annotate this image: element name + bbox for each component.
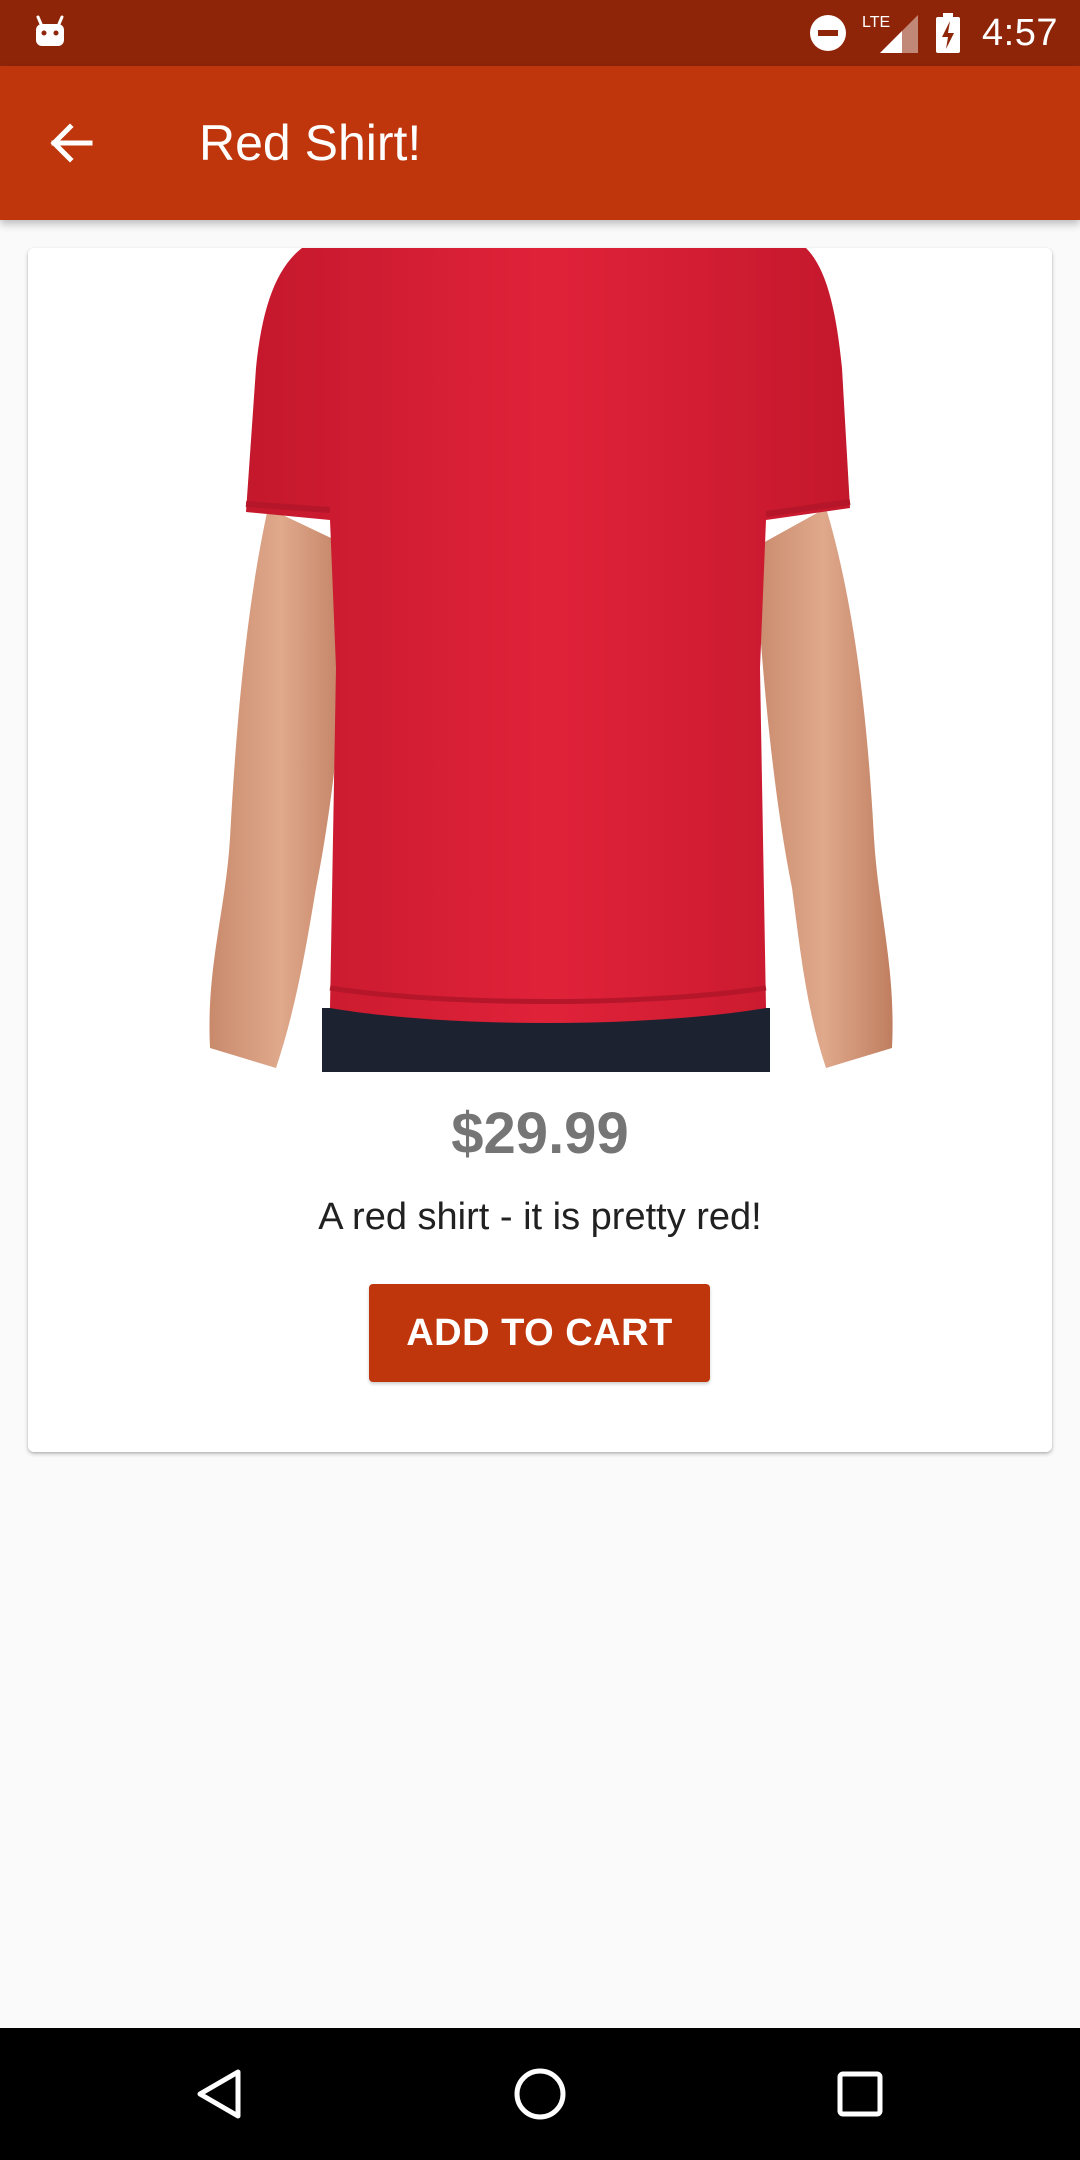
do-not-disturb-icon <box>810 15 847 51</box>
product-price: $29.99 <box>451 1101 629 1166</box>
android-icon <box>36 15 64 46</box>
product-detail-screen: LTE 4:57 Red Shirt! ADD TO CART $29.99 A… <box>0 0 1080 2160</box>
page-title: Red Shirt! <box>199 115 422 171</box>
product-card: ADD TO CART <box>28 248 1052 1452</box>
home-circle-icon <box>514 2068 566 2120</box>
nav-recents-button[interactable] <box>820 2054 900 2134</box>
product-description: A red shirt - it is pretty red! <box>318 1196 762 1238</box>
system-navigation-bar <box>0 2028 1080 2160</box>
status-time: 4:57 <box>982 11 1058 54</box>
arrow-back-icon <box>50 123 93 163</box>
status-icons: LTE 4:57 <box>808 0 1058 66</box>
back-button[interactable] <box>40 113 100 173</box>
status-bar: LTE 4:57 <box>0 0 1080 66</box>
recents-square-icon <box>837 2071 883 2117</box>
product-image <box>209 248 893 1072</box>
back-triangle-icon <box>197 2069 241 2119</box>
nav-home-button[interactable] <box>500 2054 580 2134</box>
battery-charging-icon <box>936 13 961 53</box>
add-to-cart-button[interactable]: ADD TO CART <box>369 1284 710 1382</box>
app-bar: Red Shirt! <box>0 66 1080 220</box>
signal-icon: LTE <box>862 14 919 53</box>
network-label: LTE <box>862 14 890 31</box>
nav-back-button[interactable] <box>180 2054 260 2134</box>
